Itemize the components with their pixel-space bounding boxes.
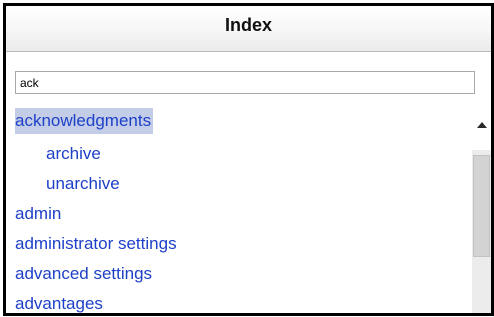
index-panel: Index acknowledgments archive unarchive … <box>3 3 494 316</box>
index-list: acknowledgments archive unarchive admin … <box>15 108 470 313</box>
index-item-advanced-settings[interactable]: advanced settings <box>15 261 152 287</box>
panel-title: Index <box>224 15 272 35</box>
index-subitem-archive[interactable]: archive <box>46 141 101 167</box>
triangle-up-icon <box>476 122 487 128</box>
index-item-administrator-settings[interactable]: administrator settings <box>15 231 177 257</box>
list-scrollbar[interactable] <box>472 108 491 313</box>
scroll-thumb[interactable] <box>473 155 490 257</box>
scroll-up-button[interactable] <box>472 118 491 132</box>
index-item-admin[interactable]: admin <box>15 201 61 227</box>
panel-header: Index <box>6 6 491 52</box>
index-subitem-unarchive[interactable]: unarchive <box>46 171 120 197</box>
index-item-acknowledgments[interactable]: acknowledgments <box>15 108 154 134</box>
index-search-input[interactable] <box>15 71 475 94</box>
index-item-advantages[interactable]: advantages <box>15 291 103 313</box>
